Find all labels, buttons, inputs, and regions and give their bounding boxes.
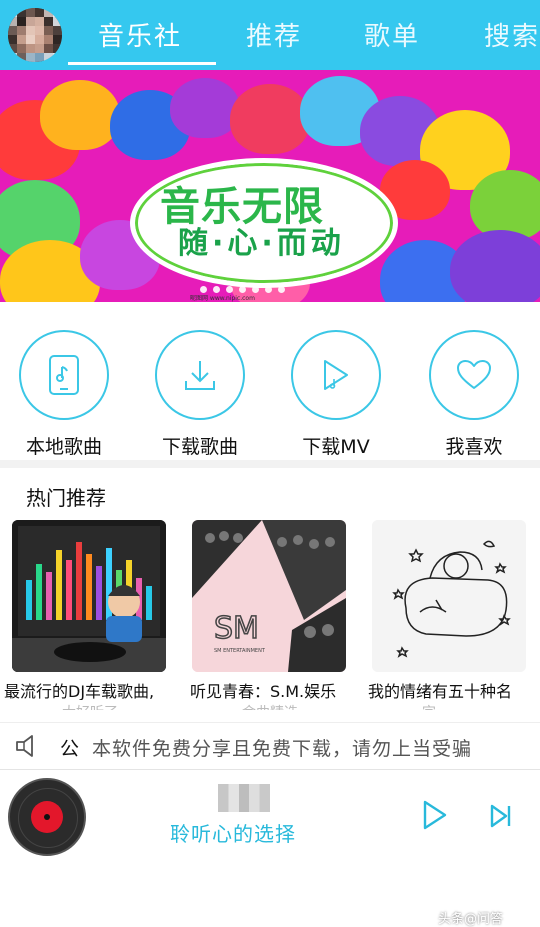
card-caption: 我的情绪有五十种名 [368,682,513,700]
avatar[interactable] [8,8,62,62]
notice-text: 本软件免费分享且免费下载，请勿上当受骗 [92,738,473,760]
tab-playlists[interactable]: 歌单 [364,16,420,53]
song-title-blurred [218,784,270,812]
speaker-icon [16,735,33,757]
banner-subline: 随·心·而动 [178,226,345,261]
recommend-card[interactable]: SM SM ENTERTAINMENT 听见青春：S.M.娱乐 金曲精选 [190,520,346,710]
page-dot[interactable] [265,286,272,293]
player-subtitle: 聆听心的选择 [170,822,296,846]
svg-text:SM: SM [214,611,259,646]
dj-equalizer-illustration [12,520,166,672]
card-caption: 听见青春：S.M.娱乐 [190,682,337,700]
page-dot[interactable] [239,286,246,293]
card-caption: 最流行的DJ车载歌曲, [4,682,155,700]
page-dot[interactable] [278,286,285,293]
play-icon[interactable] [420,798,450,832]
card-caption-second-line: 金曲精选 [242,702,298,710]
banner-page-dots [200,286,285,293]
tab-search[interactable]: 搜索 [484,16,540,53]
shortcut-ring [19,330,109,420]
promo-banner[interactable]: 音乐无限 随·心·而动 昵图网 www.nipic.com [0,70,540,302]
disc-hole [44,814,50,820]
footer-watermark: 头条@问答 [438,912,504,927]
card-thumbnail [12,520,166,672]
shortcut-label: 我喜欢 [445,436,503,458]
top-navigation-bar: 音乐社 推荐 歌单 搜索 [0,0,540,70]
album-disc-icon[interactable] [8,778,86,856]
shortcut-downloaded-songs[interactable]: 下载歌曲 [132,330,268,459]
shortcut-grid: 本地歌曲 下载歌曲 下载MV 我喜欢 [0,302,540,460]
shortcut-local-songs[interactable]: 本地歌曲 [0,330,132,459]
section-title: 热门推荐 [26,486,106,510]
notice-prefix: 公 [60,738,80,760]
banner-heart-shape [450,230,540,302]
page-dot[interactable] [252,286,259,293]
banner-watermark: 昵图网 www.nipic.com [190,295,255,302]
shortcut-ring [155,330,245,420]
page-dot[interactable] [213,286,220,293]
active-tab-indicator [68,62,216,65]
page-dot[interactable] [200,286,207,293]
card-caption-second-line: 字 [422,702,436,710]
avatar-mosaic [8,8,62,62]
card-caption-second-line: 大好听了 [62,702,118,710]
shortcut-label: 下载歌曲 [161,436,238,458]
next-track-icon[interactable] [488,802,514,830]
tab-recommend[interactable]: 推荐 [246,16,302,53]
banner-heart-shape [170,78,240,138]
banner-heart-shape [230,84,310,154]
heart-icon [457,360,491,389]
card-thumbnail: SM SM ENTERTAINMENT [192,520,346,672]
phone-music-icon [49,355,79,395]
shortcut-favorites[interactable]: 我喜欢 [406,330,540,459]
recommend-card[interactable]: 我的情绪有五十种名 字 [368,520,526,710]
shortcut-label: 本地歌曲 [25,436,102,458]
notice-bar[interactable]: 公 本软件免费分享且免费下载，请勿上当受骗 [0,722,540,770]
section-divider [0,460,540,468]
svg-text:SM ENTERTAINMENT: SM ENTERTAINMENT [214,648,266,654]
sketch-girl-illustration [372,520,526,672]
shortcut-ring [429,330,519,420]
shortcut-label: 下载MV [302,436,370,458]
shortcut-downloaded-mv[interactable]: 下载MV [268,330,404,459]
page-dot[interactable] [226,286,233,293]
tab-music-club[interactable]: 音乐社 [98,16,182,53]
video-play-icon [324,360,348,390]
shortcut-ring [291,330,381,420]
card-thumbnail [372,520,526,672]
mini-player: 聆听心的选择 头条@问答 [0,770,540,927]
banner-heart-shape [40,80,120,150]
download-icon [185,361,215,390]
sm-entertainment-collage: SM SM ENTERTAINMENT [192,520,346,672]
recommend-card[interactable]: 最流行的DJ车载歌曲, 大好听了 [4,520,166,710]
hot-recommendations: 热门推荐 最流行的DJ车载歌曲, SM SM ENTERTAINMENT 听见青… [0,468,540,712]
